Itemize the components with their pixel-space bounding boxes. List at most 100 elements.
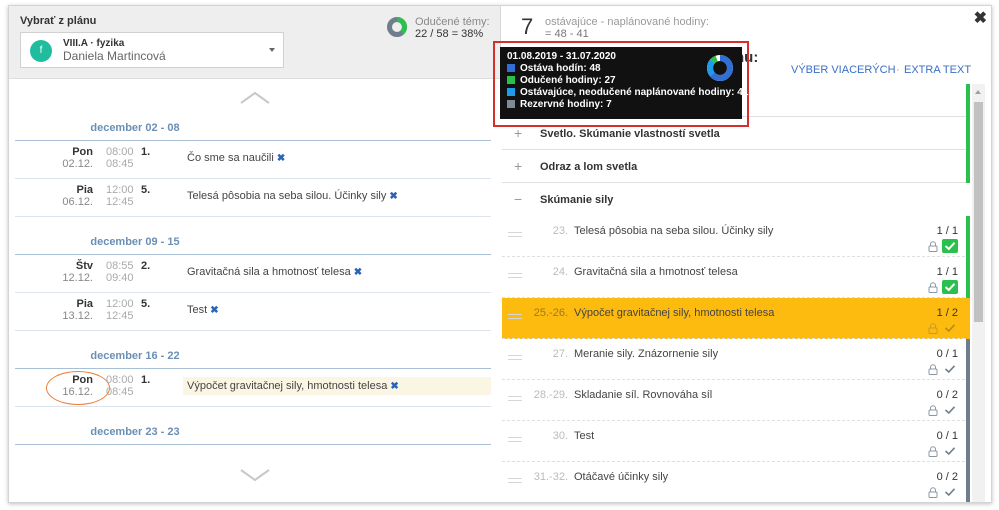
- class-select[interactable]: f VIII.A · fyzika Daniela Martincová: [20, 32, 284, 68]
- lock-icon[interactable]: [928, 323, 938, 334]
- remaining-hours-count: 7: [521, 14, 534, 39]
- lesson-number: 1.: [141, 146, 151, 158]
- scroll-up-icon[interactable]: [975, 90, 981, 94]
- lock-icon[interactable]: [928, 282, 938, 293]
- drag-handle-icon[interactable]: [508, 478, 522, 483]
- lesson-end-time: 12:45: [106, 196, 134, 208]
- collapse-icon[interactable]: −: [514, 191, 522, 207]
- chapter-status-bar: [966, 84, 970, 117]
- lesson-start-time: 08:55: [106, 260, 134, 272]
- close-x-icon[interactable]: ✖: [354, 267, 362, 278]
- donut-chart-icon: [707, 55, 733, 81]
- done-progress-ring: [387, 17, 407, 37]
- lock-icon[interactable]: [928, 241, 938, 252]
- topic-row[interactable]: 28.-29. Skladanie síl. Rovnováha síl 0 / 2: [502, 380, 970, 421]
- lock-icon[interactable]: [928, 487, 938, 498]
- scrollbar[interactable]: [972, 84, 985, 502]
- lesson-day: Pon: [72, 146, 93, 158]
- lesson-row[interactable]: Pia 06.12. 12:00 12:45 5. Telesá pôsobia…: [15, 179, 491, 217]
- topic-row[interactable]: 30. Test 0 / 1: [502, 421, 970, 462]
- check-icon[interactable]: [942, 403, 958, 417]
- chapter-row[interactable]: − Skúmanie sily: [502, 183, 970, 216]
- week-header: december 09 - 15: [15, 229, 491, 255]
- topic-row[interactable]: 31.-32. Otáčavé účinky sily 0 / 2: [502, 462, 970, 502]
- select-multiple-link[interactable]: VÝBER VIACERÝCH: [791, 64, 896, 76]
- lesson-number: 1.: [141, 374, 151, 386]
- check-icon[interactable]: [942, 485, 958, 499]
- lesson-row[interactable]: Pon 02.12. 08:00 08:45 1. Čo sme sa nauč…: [15, 141, 491, 179]
- close-x-icon[interactable]: ✖: [389, 191, 397, 202]
- extra-text-link[interactable]: EXTRA TEXT: [904, 64, 971, 76]
- drag-handle-icon[interactable]: [508, 232, 522, 237]
- lesson-number: 2.: [141, 260, 151, 272]
- week-label: december 23 - 23: [90, 426, 180, 438]
- lesson-row[interactable]: Pia 13.12. 12:00 12:45 5. Test ✖: [15, 293, 491, 331]
- topic-row[interactable]: 23. Telesá pôsobia na seba silou. Účinky …: [502, 216, 970, 257]
- scrollbar-thumb[interactable]: [974, 102, 983, 322]
- lesson-start-time: 12:00: [106, 184, 134, 196]
- lock-icon[interactable]: [928, 405, 938, 416]
- chapter-row[interactable]: + Odraz a lom svetla: [502, 150, 970, 183]
- close-icon[interactable]: ✖: [974, 11, 987, 27]
- drag-handle-icon[interactable]: [508, 437, 522, 442]
- close-x-icon[interactable]: ✖: [390, 381, 398, 392]
- close-x-icon[interactable]: ✖: [210, 305, 218, 316]
- check-icon[interactable]: [942, 321, 958, 335]
- check-icon[interactable]: [942, 239, 958, 253]
- chapter-title: Skúmanie sily: [540, 194, 614, 206]
- lesson-topic-text: Test: [187, 304, 208, 316]
- tooltip-row: Odučené hodiny: 27: [507, 75, 616, 86]
- chevron-up-icon[interactable]: [240, 89, 270, 105]
- tooltip-row: Ostávajúce, neodučené naplánované hodiny…: [507, 87, 748, 98]
- topic-title: Výpočet gravitačnej sily, hmotnosti tele…: [574, 307, 775, 319]
- topic-row[interactable]: 25.-26. Výpočet gravitačnej sily, hmotnos…: [502, 298, 970, 339]
- lessons-panel: Vybrať z plánu f VIII.A · fyzika Daniela…: [9, 6, 501, 502]
- week-label: december 09 - 15: [90, 236, 180, 248]
- lesson-topic-text: Telesá pôsobia na seba silou. Účinky sil…: [187, 190, 387, 202]
- topic-status-bar: [966, 257, 970, 298]
- done-topics-label: Odučené témy:: [415, 16, 490, 28]
- chevron-down-icon[interactable]: [240, 467, 270, 483]
- lock-icon[interactable]: [928, 446, 938, 457]
- topic-hours-count: 1 / 1: [936, 266, 958, 278]
- check-icon[interactable]: [942, 444, 958, 458]
- lesson-topic: Telesá pôsobia na seba silou. Účinky sil…: [187, 190, 398, 202]
- topic-row[interactable]: 24. Gravitačná sila a hmotnosť telesa 1 / …: [502, 257, 970, 298]
- topic-number: 31.-32.: [533, 471, 568, 483]
- drag-handle-icon[interactable]: [508, 355, 522, 360]
- week-divider: [15, 444, 491, 445]
- drag-handle-icon[interactable]: [508, 396, 522, 401]
- close-x-icon[interactable]: ✖: [277, 153, 285, 164]
- lesson-number: 5.: [141, 184, 151, 196]
- topic-row[interactable]: 27. Meranie sily. Znázornenie sily 0 / 1: [502, 339, 970, 380]
- check-icon[interactable]: [942, 362, 958, 376]
- lesson-topic: Čo sme sa naučili ✖: [187, 152, 285, 164]
- topic-number: 30.: [552, 430, 568, 442]
- legend-swatch: [507, 100, 515, 108]
- topic-title: Skladanie síl. Rovnováha síl: [574, 389, 713, 401]
- lesson-day: Pia: [76, 184, 93, 196]
- lesson-row[interactable]: Pon 16.12. 08:00 08:45 1. Výpočet gravit…: [15, 369, 491, 407]
- lesson-topic-text: Čo sme sa naučili: [187, 152, 274, 164]
- drag-handle-icon[interactable]: [508, 273, 522, 278]
- topic-title: Gravitačná sila a hmotnosť telesa: [574, 266, 738, 278]
- check-icon[interactable]: [942, 280, 958, 294]
- link-separator: ·: [896, 64, 900, 76]
- lock-icon[interactable]: [928, 364, 938, 375]
- topic-status-bar: [966, 339, 970, 380]
- lesson-date: 13.12.: [62, 310, 93, 322]
- week-header: december 16 - 22: [15, 343, 491, 369]
- remaining-hours-expression: = 48 - 41: [545, 28, 589, 40]
- expand-icon[interactable]: +: [514, 158, 522, 174]
- lesson-start-time: 08:00: [106, 374, 134, 386]
- lesson-row[interactable]: Štv 12.12. 08:55 09:40 2. Gravitačná sil…: [15, 255, 491, 293]
- expand-icon[interactable]: +: [514, 125, 522, 141]
- teacher-name: Daniela Martincová: [63, 49, 166, 63]
- lesson-topic: Výpočet gravitačnej sily, hmotnosti tele…: [187, 380, 399, 392]
- lesson-topic-text: Výpočet gravitačnej sily, hmotnosti tele…: [187, 380, 388, 392]
- topic-hours-count: 0 / 2: [936, 389, 958, 401]
- tooltip-row-label: Ostáva hodín: 48: [520, 63, 601, 74]
- tooltip-date-range: 01.08.2019 - 31.07.2020: [507, 51, 616, 62]
- lesson-day: Pon: [72, 374, 93, 386]
- drag-handle-icon[interactable]: [508, 314, 522, 319]
